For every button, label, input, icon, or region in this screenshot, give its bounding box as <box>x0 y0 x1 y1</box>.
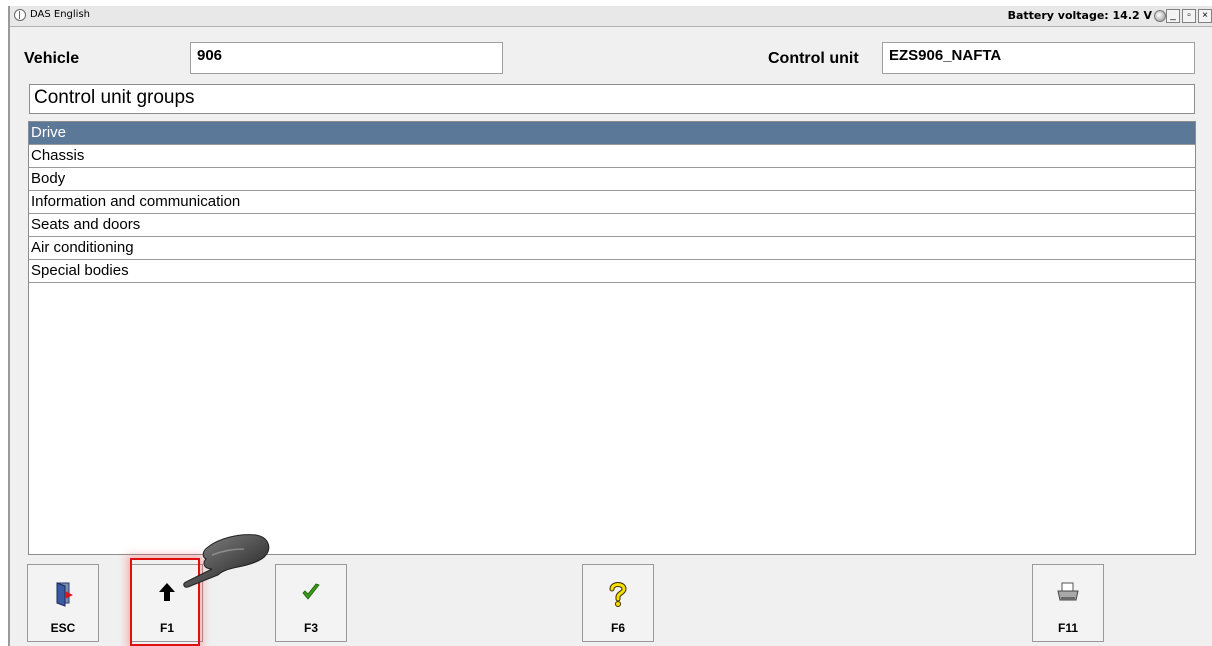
control-unit-groups-list: Drive Chassis Body Information and commu… <box>28 121 1196 555</box>
help-question-icon <box>583 581 653 611</box>
f6-label: F6 <box>610 621 625 635</box>
list-item-information-communication[interactable]: Information and communication <box>29 191 1195 214</box>
battery-voltage: Battery voltage: 14.2 V <box>1007 9 1152 22</box>
f6-button[interactable]: F6 <box>582 564 654 642</box>
list-item-body[interactable]: Body <box>29 168 1195 191</box>
esc-button[interactable]: ESC <box>27 564 99 642</box>
list-item-air-conditioning[interactable]: Air conditioning <box>29 237 1195 260</box>
f3-label: F3 <box>303 621 318 635</box>
checkmark-icon <box>276 581 346 611</box>
battery-status-icon <box>1154 10 1166 22</box>
vehicle-field: 906 <box>190 42 503 74</box>
f11-button[interactable]: F11 <box>1032 564 1104 642</box>
minimize-button[interactable]: _ <box>1166 9 1180 23</box>
f3-button[interactable]: F3 <box>275 564 347 642</box>
list-item-drive[interactable]: Drive <box>29 122 1195 145</box>
vehicle-label: Vehicle <box>24 50 80 67</box>
maximize-button[interactable]: ▫ <box>1182 9 1196 23</box>
close-button[interactable]: × <box>1198 9 1212 23</box>
pointing-hand-icon <box>183 534 270 588</box>
control-unit-groups-header: Control unit groups <box>29 84 1195 114</box>
list-item-seats-doors[interactable]: Seats and doors <box>29 214 1195 237</box>
control-unit-field: EZS906_NAFTA <box>882 42 1195 74</box>
title-bar: DAS English Battery voltage: 14.2 V _ ▫ … <box>10 6 1212 27</box>
mercedes-logo-icon <box>14 9 26 21</box>
list-item-special-bodies[interactable]: Special bodies <box>29 260 1195 283</box>
list-item-chassis[interactable]: Chassis <box>29 145 1195 168</box>
window-title: DAS English <box>30 9 90 20</box>
exit-door-icon <box>28 581 98 611</box>
f11-label: F11 <box>1057 621 1078 635</box>
esc-label: ESC <box>50 621 76 635</box>
printer-icon <box>1033 581 1103 611</box>
control-unit-label: Control unit <box>768 50 859 67</box>
